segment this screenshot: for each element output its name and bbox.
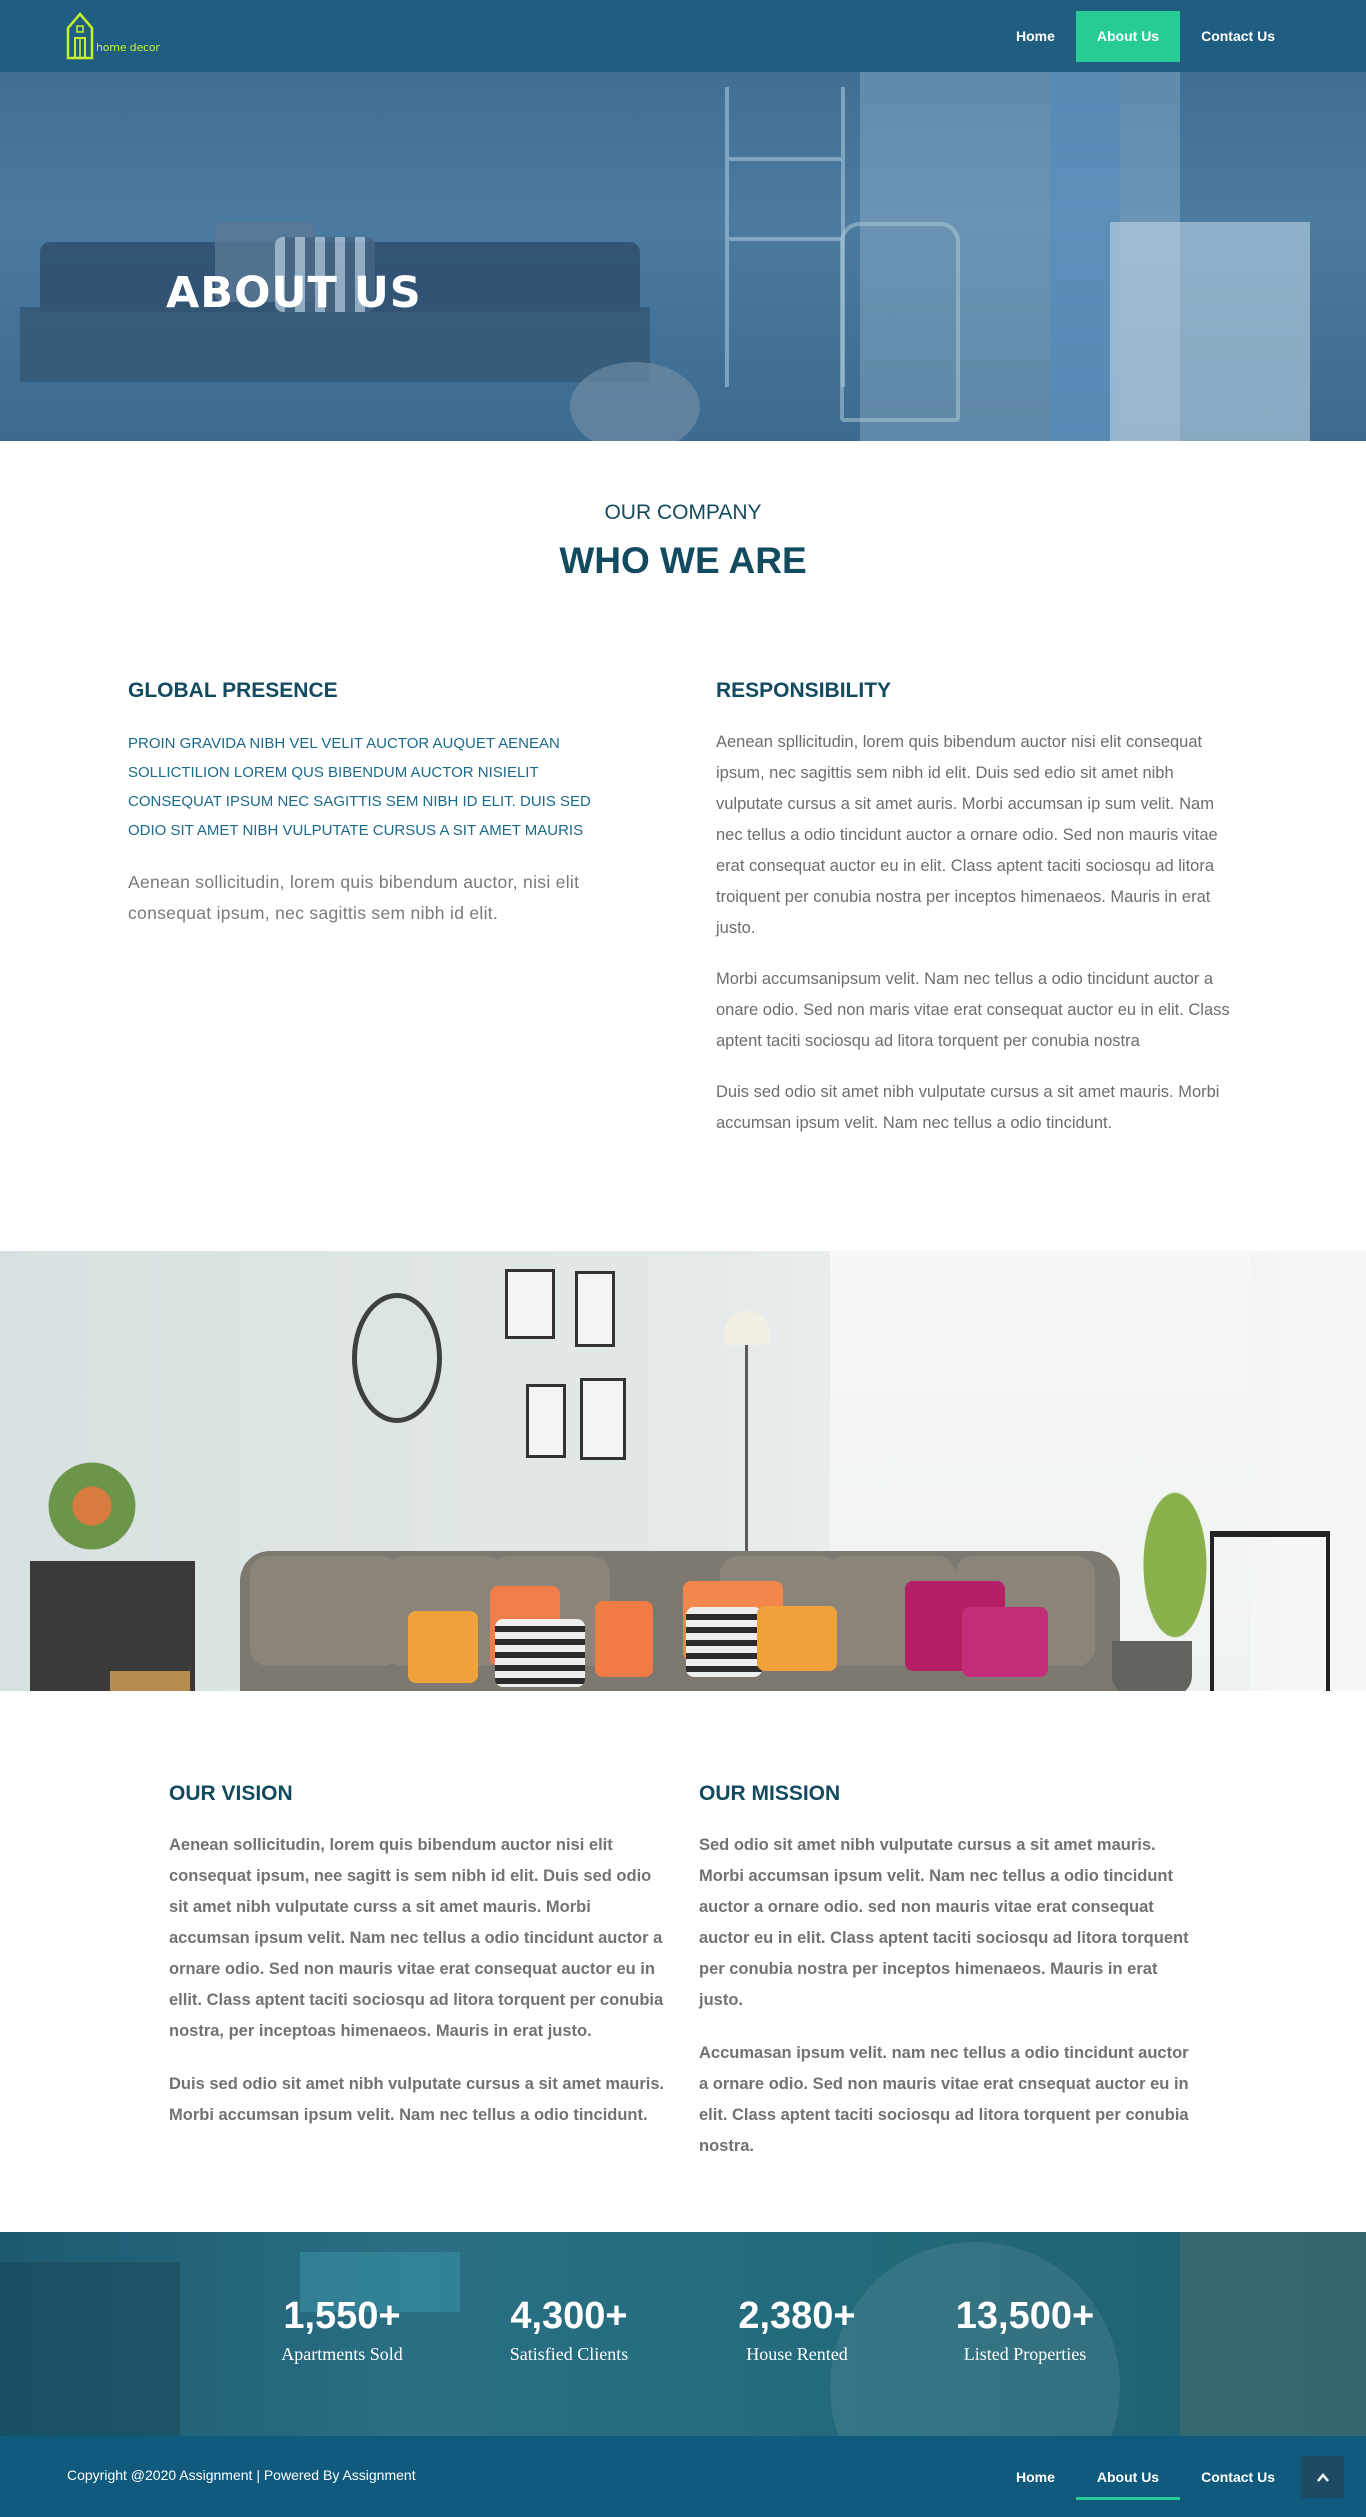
- footer-nav-home[interactable]: Home: [995, 2454, 1076, 2500]
- pillow: [408, 1611, 478, 1683]
- stat-number: 4,300+: [510, 2295, 628, 2337]
- global-presence-uppercase-text: PROIN GRAVIDA NIBH VEL VELIT AUCTOR AUQU…: [128, 735, 591, 839]
- main-nav: Home About Us Contact Us: [995, 11, 1296, 62]
- plant-pot: [1112, 1641, 1192, 1691]
- mission-text: Sed odio sit amet nibh vulputate cursus …: [699, 1830, 1199, 2184]
- logo-text: home decor: [96, 41, 160, 54]
- global-presence-heading: GLOBAL PRESENCE: [128, 679, 338, 702]
- hero-dresser-image: [1110, 222, 1310, 441]
- pillow: [757, 1606, 837, 1671]
- stat-number: 13,500+: [955, 2295, 1095, 2337]
- footer-nav-contact-us[interactable]: Contact Us: [1180, 2454, 1296, 2500]
- footer-nav: Home About Us Contact Us: [995, 2454, 1296, 2500]
- hero-pouf-image: [570, 362, 700, 441]
- wall-frame: [575, 1271, 615, 1347]
- stat-house-rented: 2,380+ House Rented: [697, 2294, 897, 2365]
- site-header: home decor Home About Us Contact Us: [0, 0, 1366, 72]
- logo[interactable]: home decor: [66, 10, 166, 60]
- round-mirror: [352, 1293, 442, 1423]
- vision-paragraph: Aenean sollicitudin, lorem quis bibendum…: [169, 1836, 664, 2040]
- copyright-text: Copyright @2020 Assignment | Powered By …: [67, 2467, 416, 2483]
- stat-number: 2,380+: [738, 2295, 856, 2337]
- mission-paragraph: Accumasan ipsum velit. nam nec tellus a …: [699, 2044, 1189, 2155]
- responsibility-paragraph: Duis sed odio sit amet nibh vulputate cu…: [716, 1083, 1220, 1132]
- chevron-up-icon: [1316, 2473, 1329, 2483]
- stats-background-image: [0, 2262, 180, 2436]
- striped-pillow: [495, 1619, 585, 1687]
- pillow: [595, 1601, 653, 1677]
- sofa-cushion: [250, 1556, 400, 1666]
- stats-banner: 1,550+ Apartments Sold 4,300+ Satisfied …: [0, 2232, 1366, 2436]
- wall-frame: [505, 1269, 555, 1339]
- pillow: [962, 1607, 1048, 1677]
- striped-pillow: [686, 1607, 762, 1677]
- stat-label: Apartments Sold: [281, 2344, 403, 2364]
- hero-shelf-image: [725, 87, 845, 387]
- floor-lamp: [724, 1311, 770, 1345]
- living-room-image: [0, 1251, 1366, 1691]
- responsibility-paragraph: Morbi accumsanipsum velit. Nam nec tellu…: [716, 970, 1230, 1050]
- nav-about-us[interactable]: About Us: [1075, 11, 1181, 62]
- stat-apartments-sold: 1,550+ Apartments Sold: [242, 2294, 442, 2365]
- house-logo-icon: [66, 12, 94, 60]
- nav-contact-us[interactable]: Contact Us: [1180, 11, 1296, 62]
- stat-listed-properties: 13,500+ Listed Properties: [925, 2294, 1125, 2365]
- stat-number: 1,550+: [283, 2295, 401, 2337]
- nav-home[interactable]: Home: [995, 11, 1076, 62]
- vision-paragraph: Duis sed odio sit amet nibh vulputate cu…: [169, 2075, 665, 2124]
- global-presence-paragraph: Aenean sollicitudin, lorem quis bibendum…: [128, 872, 580, 923]
- back-to-top-button[interactable]: [1301, 2456, 1344, 2498]
- wall-frame: [526, 1384, 566, 1458]
- shelf-drawer: [110, 1671, 190, 1691]
- flower-vase: [40, 1451, 170, 1561]
- stats-background-image: [1180, 2232, 1366, 2436]
- stat-label: Listed Properties: [963, 2344, 1087, 2364]
- section-title: WHO WE ARE: [559, 540, 807, 581]
- hero-sofa-seat-image: [20, 307, 650, 382]
- plant-stand: [1210, 1531, 1330, 1691]
- page-title: ABOUT US: [166, 268, 422, 318]
- stat-satisfied-clients: 4,300+ Satisfied Clients: [469, 2294, 669, 2365]
- mission-heading: OUR MISSION: [699, 1782, 841, 1805]
- hero-chair-image: [840, 222, 960, 422]
- mission-paragraph: Sed odio sit amet nibh vulputate cursus …: [699, 1836, 1189, 2009]
- site-footer: Copyright @2020 Assignment | Powered By …: [0, 2436, 1366, 2517]
- vision-text: Aenean sollicitudin, lorem quis bibendum…: [169, 1830, 669, 2153]
- hero-banner: ABOUT US: [0, 72, 1366, 441]
- responsibility-paragraph: Aenean spllicitudin, lorem quis bibendum…: [716, 733, 1218, 937]
- wall-frame: [580, 1378, 626, 1460]
- section-subtitle: OUR COMPANY: [604, 501, 762, 524]
- vision-heading: OUR VISION: [169, 1782, 293, 1805]
- responsibility-heading: RESPONSIBILITY: [716, 679, 892, 702]
- footer-nav-about-us[interactable]: About Us: [1075, 2454, 1181, 2500]
- stat-label: Satisfied Clients: [509, 2344, 629, 2364]
- responsibility-text: Aenean spllicitudin, lorem quis bibendum…: [716, 727, 1240, 1159]
- stat-label: House Rented: [746, 2344, 848, 2364]
